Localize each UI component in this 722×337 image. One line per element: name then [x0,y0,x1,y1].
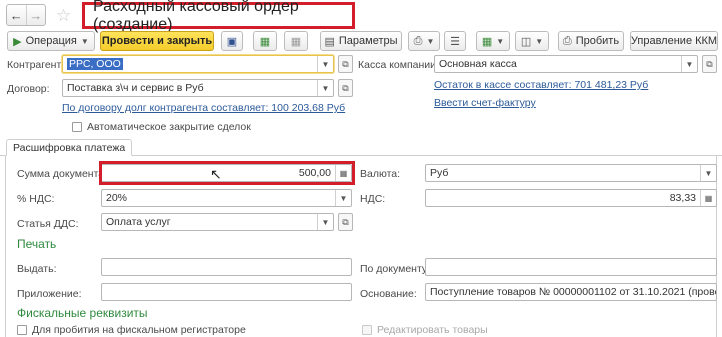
forward-arrow-icon[interactable]: → [25,5,46,25]
edit-goods-label: Редактировать товары [377,324,488,336]
chevron-down-icon[interactable]: ▼ [335,190,351,206]
balance-link[interactable]: Остаток в кассе составляет: 701 481,23 Р… [434,79,648,91]
chevron-down-icon: ▼ [535,36,544,46]
basis-field[interactable]: Поступление товаров № 00000001102 от 31.… [425,283,717,301]
open-contragent-button[interactable]: ⧉ [338,55,353,73]
operation-button[interactable]: ▶ Операция ▼ [7,31,95,51]
parameters-button[interactable]: ▤ Параметры [320,31,402,51]
punch-register-checkbox[interactable] [17,325,27,335]
unpost-document-icon: ▦ [290,35,302,48]
dds-label: Статья ДДС: [17,218,79,230]
amount-label: Сумма документа: [17,168,108,180]
auto-close-checkbox[interactable] [72,122,82,132]
contract-value: Поставка з\ч и сервис в Руб [67,82,204,94]
save-button[interactable]: ▣ [221,31,243,51]
attachment-field[interactable] [101,283,352,301]
debt-link[interactable]: По договору долг контрагента составляет:… [62,102,345,114]
calculator-icon[interactable]: ▦ [335,165,351,181]
contragent-field[interactable]: РРС, ООО ▼ [62,55,334,73]
vat-rate-label: % НДС: [17,193,55,205]
save-icon: ▣ [226,35,238,48]
invoice-link[interactable]: Ввести счет-фактуру [434,97,536,109]
dds-value: Оплата услуг [106,216,171,228]
edit-goods-checkbox[interactable] [362,325,372,335]
issue-label: Выдать: [17,263,57,275]
cashbox-field[interactable]: Основная касса ▼ [434,55,698,73]
favorite-star-icon[interactable]: ☆ [56,6,71,26]
dds-field[interactable]: Оплата услуг ▼ [101,213,334,231]
vat-value: 83,33 [669,192,696,204]
open-link-icon: ⧉ [706,58,713,69]
history-nav: ← → [6,4,46,26]
parameters-label: Параметры [338,35,398,47]
back-arrow-icon[interactable]: ← [7,5,26,25]
reports-icon: ◫ [520,35,532,48]
post-document-icon: ▦ [259,35,271,48]
by-document-label: По документу: [360,263,431,275]
chevron-down-icon: ▼ [426,36,435,46]
chevron-down-icon[interactable]: ▼ [317,214,333,230]
mouse-cursor-icon: ↖ [210,166,222,182]
basis-value: Поступление товаров № 00000001102 от 31.… [430,286,716,298]
chevron-down-icon[interactable]: ▼ [681,56,697,72]
tab-left-border [5,156,6,337]
operation-icon: ▶ [13,35,22,48]
by-document-field[interactable] [425,258,717,276]
amount-field[interactable]: 500,00 ▦ [101,164,352,182]
parameters-icon: ▤ [324,35,335,48]
create-based-icon: ▦ [481,35,493,48]
cashbox-label: Касса компании: [358,59,439,71]
contract-field[interactable]: Поставка з\ч и сервис в Руб ▼ [62,79,334,97]
punch-register-label: Для пробития на фискальном регистраторе [32,324,246,336]
vat-rate-field[interactable]: 20% ▼ [101,189,352,207]
print-section-title: Печать [17,237,57,251]
chevron-down-icon[interactable]: ▼ [317,80,333,96]
auto-close-label: Автоматическое закрытие сделок [87,121,251,133]
chevron-down-icon[interactable]: ▼ [317,56,333,72]
receipt-printer-icon: ⎙ [562,34,572,47]
open-link-icon: ⧉ [342,82,349,93]
chevron-down-icon: ▼ [80,36,89,46]
printer-icon: ⎙ [413,34,423,47]
open-link-icon: ⧉ [342,216,349,227]
kkm-control-button[interactable]: Управление ККМ [630,31,718,51]
currency-value: Руб [430,167,449,179]
structure-button[interactable]: ☰ [444,31,466,51]
open-cashbox-button[interactable]: ⧉ [702,55,717,73]
chevron-down-icon[interactable]: ▼ [700,165,716,181]
cashbox-value: Основная касса [439,58,517,70]
vat-label: НДС: [360,193,386,205]
post-and-close-button[interactable]: Провести и закрыть [100,31,214,51]
create-based-button[interactable]: ▦ ▼ [476,31,510,51]
post-button[interactable]: ▦ [253,31,277,51]
currency-label: Валюта: [360,168,401,180]
fiscal-section-title: Фискальные реквизиты [17,306,148,320]
print-menu-button[interactable]: ⎙ ▼ [408,31,440,51]
attachment-label: Приложение: [17,288,82,300]
operation-label: Операция [25,35,77,47]
chevron-down-icon: ▼ [496,36,505,46]
vat-rate-value: 20% [106,192,128,204]
tab-payment-breakdown[interactable]: Расшифровка платежа [6,139,133,156]
open-link-icon: ⧉ [342,58,349,69]
contragent-label: Контрагент: [7,59,65,71]
open-contract-button[interactable]: ⧉ [338,79,353,97]
punch-label: Пробить [575,35,620,47]
basis-label: Основание: [360,288,417,300]
issue-field[interactable] [101,258,352,276]
currency-field[interactable]: Руб ▼ [425,164,717,182]
structure-icon: ☰ [450,35,460,48]
calculator-icon[interactable]: ▦ [700,190,716,206]
unpost-button[interactable]: ▦ [284,31,308,51]
open-dds-button[interactable]: ⧉ [338,213,353,231]
vat-field[interactable]: 83,33 ▦ [425,189,717,207]
tab-right-border [716,156,717,337]
window-title: Расходный кассовый ордер (создание) [82,0,355,33]
contract-label: Договор: [7,83,50,95]
contragent-value: РРС, ООО [67,58,123,70]
reports-button[interactable]: ◫ ▼ [515,31,549,51]
punch-button[interactable]: ⎙ Пробить [558,31,624,51]
